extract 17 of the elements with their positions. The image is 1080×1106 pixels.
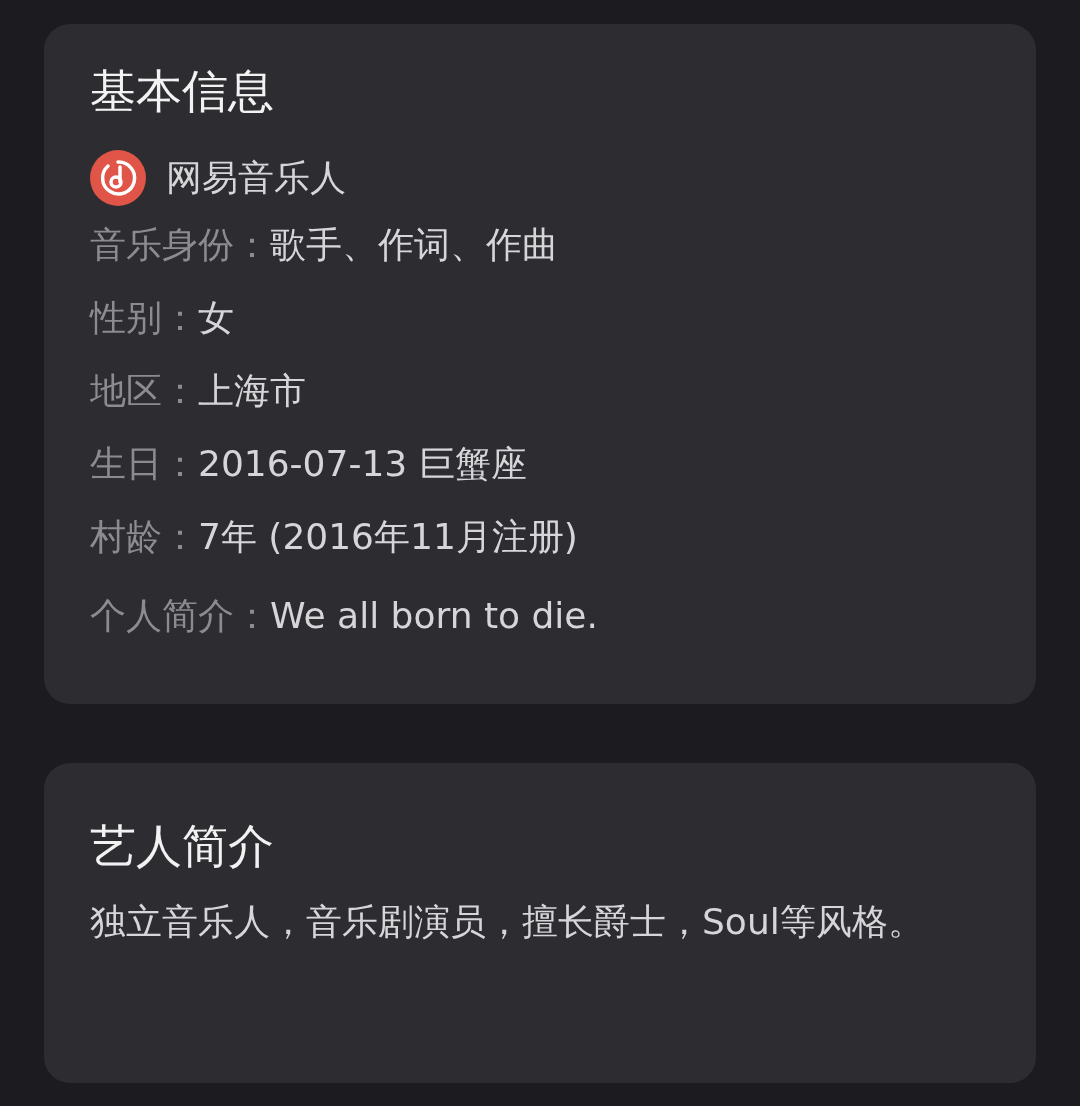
field-label: 性别： (90, 295, 198, 340)
field-value: 歌手、作词、作曲 (270, 222, 558, 267)
field-value: 上海市 (198, 368, 306, 413)
field-label: 音乐身份： (90, 222, 270, 267)
field-label: 地区： (90, 368, 198, 413)
section-title: 基本信息 (90, 63, 275, 120)
field-value: 7年 (2016年11月注册) (198, 514, 578, 559)
section-title: 艺人简介 (90, 818, 275, 875)
field-label: 个人简介： (90, 593, 270, 638)
music-note-icon (90, 150, 146, 206)
field-label: 生日： (90, 441, 198, 486)
badge-label: 网易音乐人 (166, 156, 346, 200)
intro-text: 独立音乐人，音乐剧演员，擅长爵士，Soul等风格。 (90, 900, 925, 944)
field-value: 2016-07-13 巨蟹座 (198, 441, 527, 486)
field-value: We all born to die. (270, 593, 598, 638)
field-label: 村龄： (90, 514, 198, 559)
field-value: 女 (198, 295, 234, 340)
